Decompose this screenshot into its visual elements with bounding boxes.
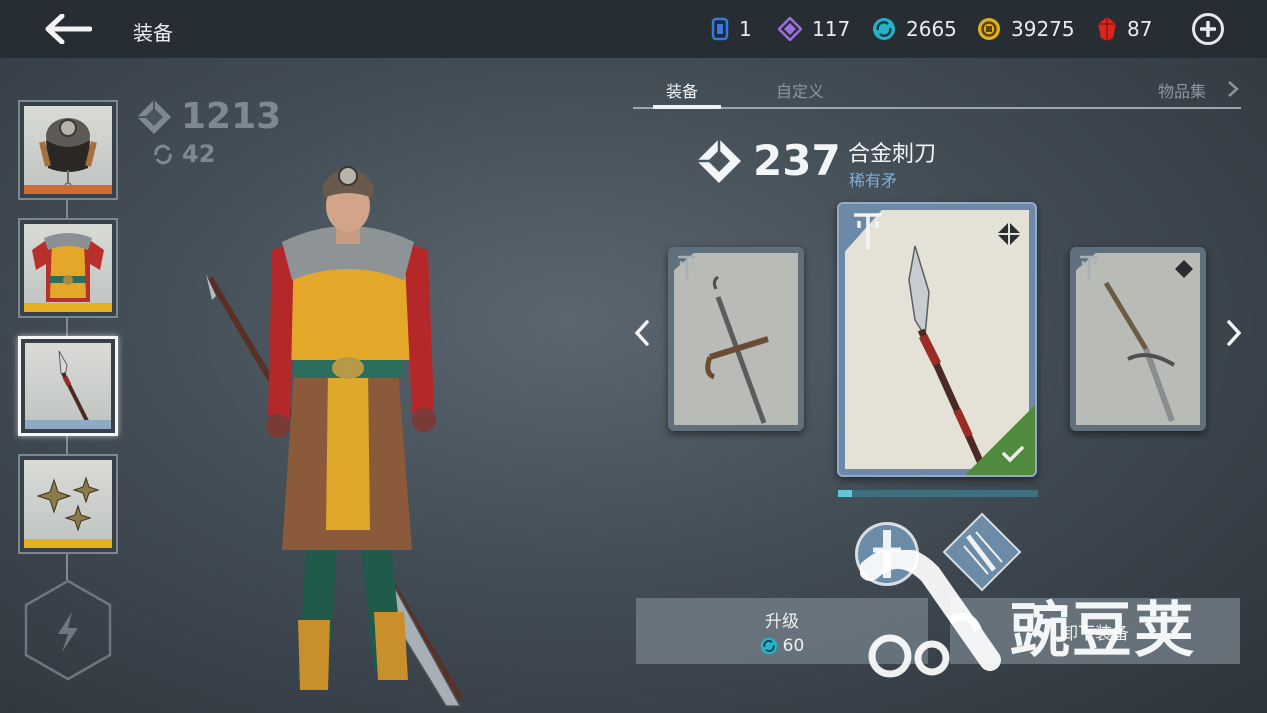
tab-active-indicator [653,105,721,109]
item-power: 237 [695,136,841,185]
shuriken-icon [36,476,100,532]
item-card-right[interactable] [1070,247,1206,431]
swirl-orb-icon [760,637,777,654]
currency-swirl-orb: 2665 [872,15,957,43]
slot-shuriken[interactable] [18,454,118,554]
top-bar: 装备 1 117 2665 39275 87 [0,0,1267,58]
item-name: 合金刺刀 [848,142,937,167]
upgrade-cost: 60 [760,635,805,656]
power-diamond-icon [137,99,171,134]
slot-connector [66,434,68,456]
currency-card-token-value: 1 [739,17,752,41]
skill-slash[interactable] [942,512,1022,592]
tab-collection[interactable]: 物品集 [1158,78,1206,102]
belt-buckle [332,357,364,379]
rarity-bar [24,539,112,548]
spear-icon [58,350,91,426]
currency-diamond-gem: 117 [778,15,850,43]
helmet-icon [39,118,97,190]
diamond-gem-icon [778,17,802,41]
slot-helmet[interactable] [18,100,118,200]
power-diamond-icon [697,138,741,183]
tab-equipment[interactable]: 装备 [666,78,698,102]
tab-divider [633,107,1241,109]
upgrade-progress-fill [838,490,852,497]
currency-swirl-orb-value: 2665 [906,17,957,41]
rarity-bar [24,303,112,312]
weapon-class-icon [1080,255,1098,279]
next-item-button[interactable] [1222,315,1246,351]
lightning-hex-icon [24,579,112,681]
item-rarity: 稀有矛 [849,171,898,190]
currency-card-token: 1 [711,15,752,43]
item-power-value: 237 [753,136,841,185]
currency-red-ruby-value: 87 [1127,17,1153,41]
currency-gold-coin: 39275 [977,15,1075,43]
back-arrow-icon[interactable] [40,8,96,50]
swirl-orb-icon [873,18,895,40]
left-hand [266,414,290,438]
plus-icon [1200,21,1216,37]
prev-item-button[interactable] [630,315,654,351]
tab-customize[interactable]: 自定义 [776,78,824,102]
left-boot [298,620,330,690]
ability-slot[interactable] [22,578,114,682]
helmet-emblem [338,166,358,186]
currency-red-ruby: 87 [1097,15,1152,43]
rarity-shard-icon [1175,260,1193,278]
red-ruby-icon [1098,17,1116,41]
currency-diamond-gem-value: 117 [812,17,851,41]
upgrade-swirl-icon [154,144,172,165]
slot-connector [66,316,68,338]
chevron-left-icon [634,320,649,346]
tab-bar: 装备 自定义 物品集 [633,72,1241,112]
chevron-right-icon [1227,320,1242,346]
thrust-skill-icon [855,522,919,586]
upgrade-button-label: 升级 [765,611,799,632]
right-boot [374,612,408,680]
upgrade-cost-value: 60 [782,635,805,656]
character-model [206,166,463,707]
page-title: 装备 [133,21,173,45]
front-tabard [326,370,370,530]
chevron-right-icon[interactable] [1227,80,1239,98]
item-card-left[interactable] [668,247,804,431]
add-currency-button[interactable] [1192,13,1224,45]
weapon-class-icon [678,255,696,279]
checkmark-icon [1002,446,1024,463]
upgrade-progress-bar [838,490,1038,497]
rarity-bar [25,420,111,429]
item-card-selected[interactable] [837,202,1037,477]
upgrade-button[interactable]: 升级 60 [636,598,928,664]
total-power-value: 1213 [181,96,282,137]
watermark-text: 豌豆荚 [1010,596,1196,666]
weapon-class-icon [854,213,882,249]
skill-thrust[interactable] [853,520,921,588]
right-sleeve [404,242,434,414]
slot-armor[interactable] [18,218,118,318]
rarity-shard-icon [997,222,1021,246]
slash-skill-icon [942,512,1022,592]
slot-spear[interactable] [18,336,118,436]
armor-icon [32,233,104,302]
right-hand [412,408,436,432]
gold-coin-icon [978,18,1000,40]
rarity-bar [24,185,112,194]
card-token-icon [711,17,729,41]
slot-connector [66,552,68,580]
total-power: 1213 [135,96,281,137]
currency-gold-coin-value: 39275 [1011,17,1075,41]
